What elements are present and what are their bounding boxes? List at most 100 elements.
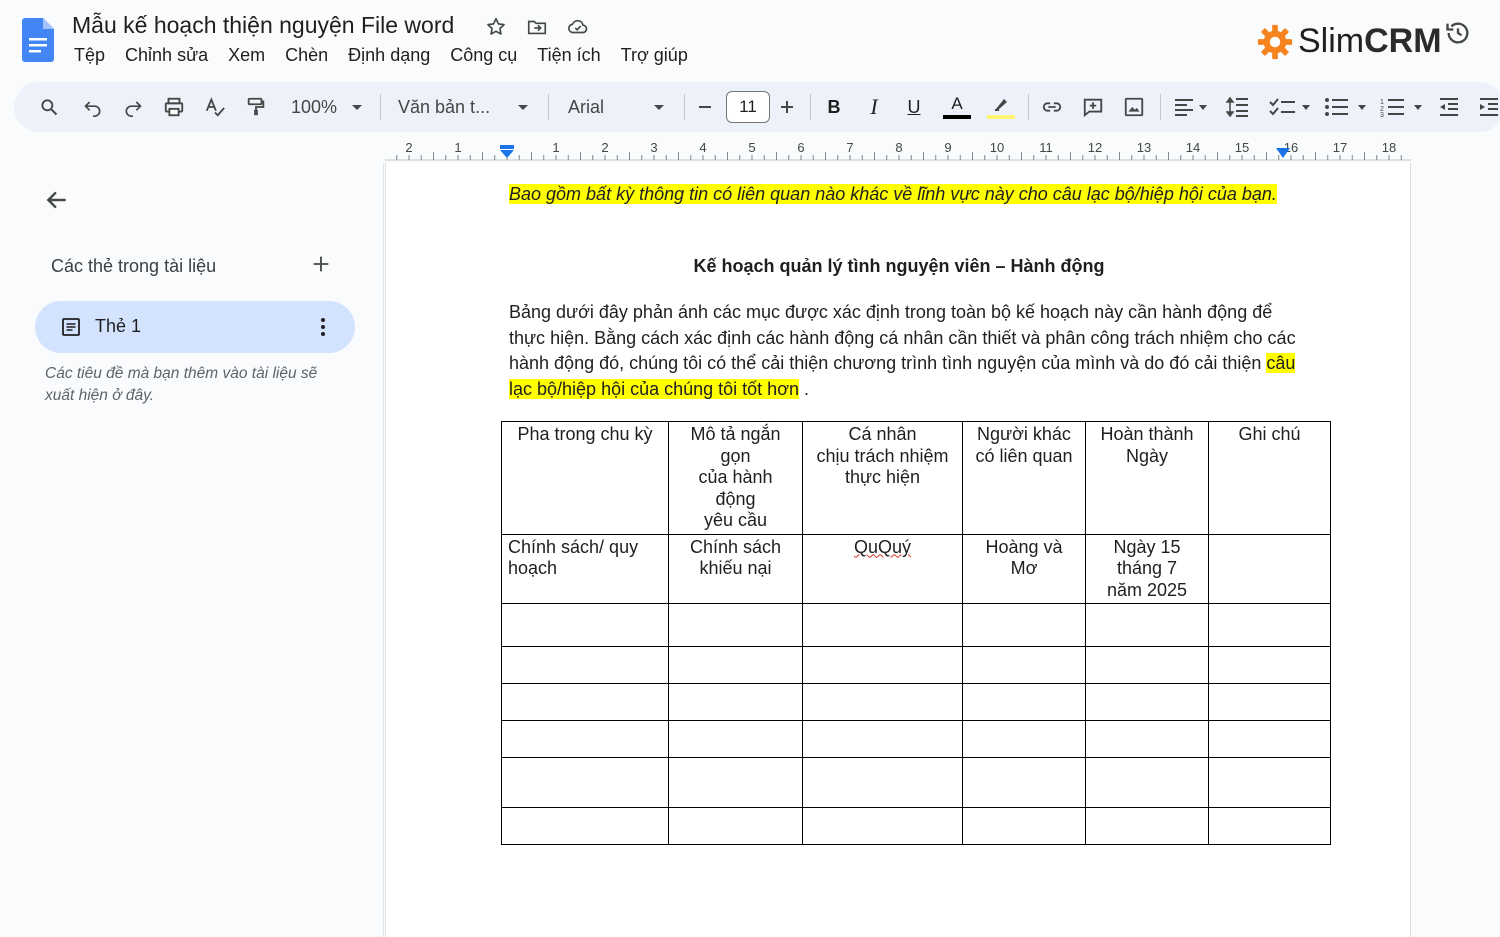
italic-button[interactable]: I <box>862 82 886 132</box>
indent-decrease-icon[interactable] <box>1436 82 1462 132</box>
menu-tools[interactable]: Công cụ <box>450 45 517 66</box>
bullet-list-icon[interactable] <box>1322 82 1370 132</box>
table-cell[interactable]: QuQuý <box>802 533 963 604</box>
docs-icon[interactable] <box>22 18 54 62</box>
menu-edit[interactable]: Chỉnh sửa <box>125 45 208 66</box>
table-cell[interactable] <box>962 683 1086 721</box>
ruler[interactable]: 2 1 1 2 3 4 5 6 7 8 9 10 11 12 13 14 15 16 17 18 <box>385 138 1500 162</box>
font-select[interactable]: Arial <box>568 82 628 132</box>
menu-view[interactable]: Xem <box>228 45 265 66</box>
back-arrow-icon[interactable] <box>44 187 70 213</box>
cloud-icon[interactable] <box>565 14 591 40</box>
table-cell[interactable] <box>501 807 669 845</box>
section-heading[interactable]: Kế hoạch quản lý tình nguyện viên – Hành… <box>509 256 1289 277</box>
table-cell[interactable] <box>1085 603 1209 647</box>
table-header-cell[interactable]: Người khác có liên quan <box>962 421 1086 535</box>
folder-move-icon[interactable] <box>524 14 550 40</box>
tab-item-1[interactable]: Thẻ 1 <box>35 301 355 353</box>
menu-help[interactable]: Trợ giúp <box>621 45 688 66</box>
table-header-cell[interactable]: Hoàn thành Ngày <box>1085 421 1209 535</box>
table-cell[interactable] <box>501 683 669 721</box>
table-cell[interactable]: Ngày 15 tháng 7 năm 2025 <box>1085 533 1209 604</box>
line-spacing-icon[interactable] <box>1224 82 1252 132</box>
decrease-font-size-icon[interactable] <box>694 82 716 132</box>
table-cell[interactable] <box>1085 720 1209 758</box>
table-cell[interactable] <box>1208 603 1331 647</box>
table-cell[interactable] <box>1208 683 1331 721</box>
table-cell[interactable] <box>1208 757 1331 808</box>
left-indent-marker[interactable] <box>499 144 515 160</box>
table-cell[interactable] <box>1208 646 1331 684</box>
print-icon[interactable] <box>161 82 187 132</box>
underline-button[interactable]: U <box>902 82 926 132</box>
table-cell[interactable] <box>668 757 803 808</box>
table-cell[interactable] <box>1085 807 1209 845</box>
increase-font-size-icon[interactable] <box>776 82 798 132</box>
menu-format[interactable]: Định dạng <box>348 45 430 66</box>
table-cell[interactable] <box>668 683 803 721</box>
spellcheck-icon[interactable] <box>202 82 228 132</box>
table-cell[interactable] <box>1208 807 1331 845</box>
chevron-down-icon[interactable] <box>650 82 668 132</box>
document-title[interactable]: Mẫu kế hoạch thiện nguyện File word <box>72 12 454 39</box>
table-cell[interactable] <box>1208 720 1331 758</box>
table-cell[interactable] <box>501 720 669 758</box>
table-cell[interactable] <box>501 646 669 684</box>
paint-format-icon[interactable] <box>243 82 269 132</box>
table-cell[interactable] <box>962 720 1086 758</box>
more-vert-icon[interactable] <box>311 315 335 339</box>
table-cell[interactable] <box>962 646 1086 684</box>
text-color-button[interactable]: A <box>942 82 972 132</box>
table-header-cell[interactable]: Cá nhân chịu trách nhiệm thực hiện <box>802 421 963 535</box>
body-paragraph[interactable]: Bảng dưới đây phản ánh các mục được xác … <box>509 300 1299 402</box>
table-cell[interactable]: Chính sách/ quy hoạch <box>501 533 669 604</box>
table-cell[interactable] <box>802 646 963 684</box>
table-cell[interactable]: Hoàng và Mơ <box>962 533 1086 604</box>
font-size-input[interactable]: 11 <box>726 91 770 123</box>
table-header-cell[interactable]: Ghi chú <box>1208 421 1331 535</box>
checklist-icon[interactable] <box>1266 82 1314 132</box>
chevron-down-icon[interactable] <box>348 82 366 132</box>
star-icon[interactable] <box>483 14 509 40</box>
link-icon[interactable] <box>1039 82 1065 132</box>
history-icon[interactable] <box>1444 19 1472 47</box>
image-icon[interactable] <box>1121 82 1147 132</box>
table-cell[interactable] <box>1085 683 1209 721</box>
table-header-cell[interactable]: Pha trong chu kỳ <box>501 421 669 535</box>
table-cell[interactable] <box>668 646 803 684</box>
table-cell[interactable] <box>1085 757 1209 808</box>
table-cell[interactable] <box>501 603 669 647</box>
table-cell[interactable] <box>802 757 963 808</box>
numbered-list-icon[interactable]: 123 <box>1378 82 1426 132</box>
menu-extensions[interactable]: Tiện ích <box>537 45 600 66</box>
table-cell[interactable] <box>501 757 669 808</box>
table-cell[interactable] <box>802 807 963 845</box>
table-cell[interactable] <box>802 720 963 758</box>
search-icon[interactable] <box>36 82 62 132</box>
menu-file[interactable]: Tệp <box>74 45 105 66</box>
table-cell[interactable] <box>668 807 803 845</box>
align-icon[interactable] <box>1170 82 1212 132</box>
indent-increase-icon[interactable] <box>1476 82 1500 132</box>
redo-icon[interactable] <box>120 82 146 132</box>
highlight-color-button[interactable] <box>986 82 1016 132</box>
table-cell[interactable] <box>668 603 803 647</box>
table-cell[interactable] <box>802 683 963 721</box>
table-header-cell[interactable]: Mô tả ngắn gọn của hành động yêu cầu <box>668 421 803 535</box>
undo-icon[interactable] <box>80 82 106 132</box>
bold-button[interactable]: B <box>822 82 846 132</box>
table-cell[interactable] <box>962 757 1086 808</box>
table-cell[interactable] <box>962 603 1086 647</box>
comment-icon[interactable] <box>1080 82 1106 132</box>
document-page[interactable]: Bao gồm bất kỳ thông tin có liên quan nà… <box>385 163 1411 937</box>
add-tab-icon[interactable] <box>310 253 332 275</box>
menu-insert[interactable]: Chèn <box>285 45 328 66</box>
style-select[interactable]: Văn bản t... <box>398 82 498 132</box>
zoom-select[interactable]: 100% <box>286 82 342 132</box>
right-indent-marker[interactable] <box>1276 146 1290 160</box>
table-cell[interactable] <box>1085 646 1209 684</box>
table-cell[interactable]: Chính sách khiếu nại <box>668 533 803 604</box>
table-cell[interactable] <box>802 603 963 647</box>
table-cell[interactable] <box>962 807 1086 845</box>
intro-paragraph[interactable]: Bao gồm bất kỳ thông tin có liên quan nà… <box>509 182 1289 207</box>
